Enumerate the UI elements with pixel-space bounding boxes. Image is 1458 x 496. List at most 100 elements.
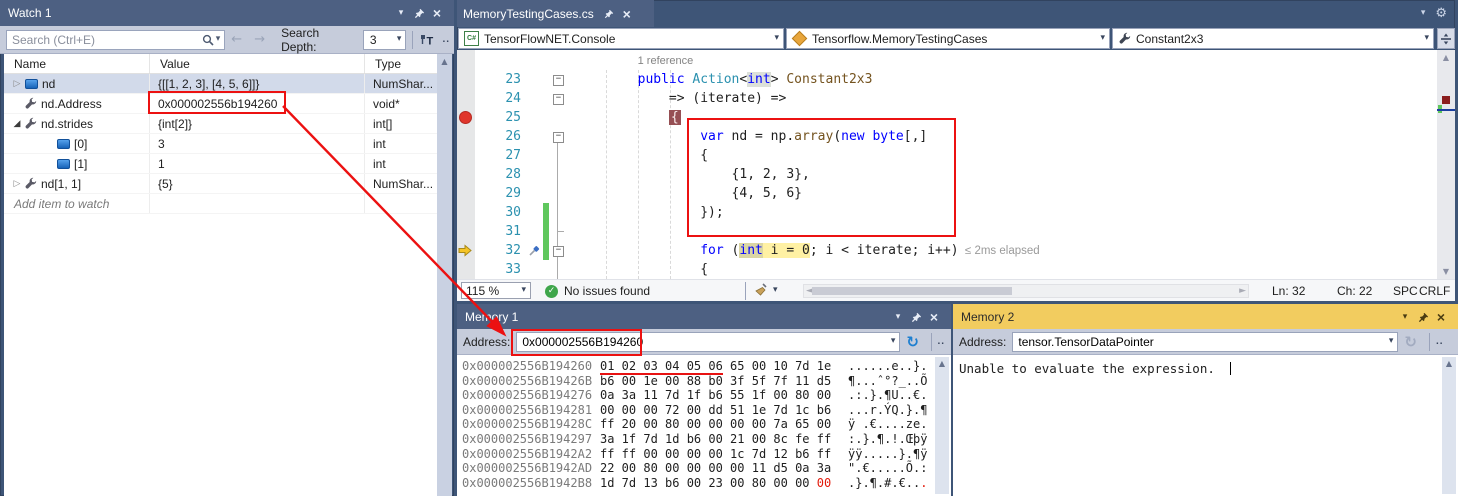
memory1-address-combo[interactable]: ▾ bbox=[516, 332, 900, 352]
editor-vscroll[interactable]: ▲ ▼ bbox=[1437, 50, 1455, 279]
search-input[interactable] bbox=[7, 33, 200, 47]
search-icon[interactable] bbox=[200, 34, 216, 46]
search-options-caret-icon[interactable]: ▾ bbox=[216, 35, 225, 44]
memory2-vscroll[interactable]: ▲ bbox=[1442, 357, 1456, 494]
scroll-caret-marker bbox=[1437, 109, 1455, 111]
nav-method-combo[interactable]: Constant2x3 ▾ bbox=[1112, 28, 1434, 49]
tab-pin-icon[interactable] bbox=[600, 5, 618, 23]
add-item-row[interactable]: Add item to watch bbox=[4, 194, 437, 214]
pin-icon[interactable] bbox=[410, 4, 428, 22]
gutter-cell[interactable] bbox=[457, 108, 475, 127]
memory-row: 0x000002556B1942760a 3a 11 7d 1f b6 55 1… bbox=[462, 388, 951, 403]
memory2-content[interactable]: Unable to evaluate the expression. bbox=[953, 355, 1458, 496]
gutter-cell[interactable] bbox=[457, 51, 475, 70]
fold-box[interactable]: − bbox=[553, 75, 564, 86]
memory2-address-input[interactable] bbox=[1013, 335, 1384, 349]
window-menu-caret-icon[interactable]: ▾ bbox=[889, 308, 907, 326]
split-editor-button[interactable] bbox=[1437, 28, 1455, 49]
toolbar-overflow[interactable]: .. bbox=[937, 340, 945, 344]
memory1-vscroll[interactable]: ▲ bbox=[935, 357, 949, 494]
close-icon[interactable]: × bbox=[428, 4, 446, 22]
gutter-cell[interactable] bbox=[457, 165, 475, 184]
toolbar-overflow[interactable]: .. bbox=[1436, 340, 1444, 344]
watch-titlebar[interactable]: Watch 1 ▾ × bbox=[0, 0, 454, 26]
watch-row[interactable]: ▷nd[1, 1]{5}NumShar... bbox=[4, 174, 437, 194]
document-tab[interactable]: MemoryTestingCases.cs × bbox=[457, 0, 654, 27]
scroll-up-icon[interactable]: ▲ bbox=[1442, 359, 1456, 368]
code-health-indicator[interactable]: ✓ No issues found bbox=[545, 280, 650, 302]
pin-icon[interactable] bbox=[907, 308, 925, 326]
watch-window: Watch 1 ▾ × ▾ ← → Search Depth: 3 ▾ bbox=[0, 0, 454, 496]
line-number: 32 bbox=[475, 241, 527, 260]
search-forward-icon[interactable]: → bbox=[248, 32, 271, 47]
fold-box[interactable]: − bbox=[553, 132, 564, 143]
memory1-content[interactable]: 0x000002556B19426001 02 03 04 05 06 65 0… bbox=[457, 355, 951, 496]
tab-close-icon[interactable]: × bbox=[618, 5, 636, 23]
code-cleanup-button[interactable]: ▾ bbox=[753, 283, 778, 297]
refresh-icon-disabled[interactable]: ↻ bbox=[1404, 333, 1417, 351]
filter-type-icon[interactable]: T bbox=[419, 33, 436, 47]
col-header-type: Type bbox=[365, 54, 437, 73]
gutter-cell[interactable] bbox=[457, 70, 475, 89]
watch-row[interactable]: ▷nd{[[1, 2, 3], [4, 5, 6]]}NumShar... bbox=[4, 74, 437, 94]
toolbar-overflow[interactable]: .. bbox=[442, 38, 450, 42]
gutter-cell[interactable] bbox=[457, 203, 475, 222]
nav-project-combo[interactable]: C# TensorFlowNET.Console ▾ bbox=[458, 28, 784, 49]
tool-spacer bbox=[527, 146, 543, 165]
watch-row[interactable]: nd.Address0x000002556b194260void* bbox=[4, 94, 437, 114]
close-icon[interactable]: × bbox=[925, 308, 943, 326]
zoom-select[interactable]: 115 % ▾ bbox=[461, 282, 531, 299]
pin-icon[interactable] bbox=[1414, 308, 1432, 326]
fold-box[interactable]: − bbox=[553, 246, 564, 257]
gutter-cell[interactable] bbox=[457, 146, 475, 165]
editor-gear-icon[interactable]: ⚙ bbox=[1435, 6, 1447, 21]
expander-icon[interactable]: ◢ bbox=[10, 119, 24, 129]
scroll-right-icon[interactable]: ► bbox=[1239, 286, 1246, 296]
gutter-cell[interactable] bbox=[457, 222, 475, 241]
code-line: 23− public Action<int> Constant2x3 bbox=[457, 70, 1437, 89]
gutter-cell[interactable] bbox=[457, 127, 475, 146]
search-back-icon[interactable]: ← bbox=[225, 32, 248, 47]
fold-margin bbox=[549, 260, 567, 279]
scroll-up-icon[interactable]: ▲ bbox=[935, 359, 949, 368]
breakpoint-icon[interactable] bbox=[459, 111, 472, 124]
code-line: 32− for (int i = 0; i < iterate; i++) ≤ … bbox=[457, 241, 1437, 260]
tab-options-caret-icon[interactable]: ▾ bbox=[1421, 9, 1426, 18]
memory-address: 0x000002556B1942B8 bbox=[462, 476, 600, 491]
editor-statusbar: 115 % ▾ ✓ No issues found ▾ ◄ ► Ln: 32 C… bbox=[457, 279, 1455, 301]
edit-tool-icon bbox=[527, 241, 543, 260]
expander-icon[interactable]: ▷ bbox=[10, 179, 24, 189]
refresh-icon[interactable]: ↻ bbox=[906, 333, 919, 351]
gutter-cell[interactable] bbox=[457, 184, 475, 203]
nav-class-combo[interactable]: Tensorflow.MemoryTestingCases ▾ bbox=[786, 28, 1110, 49]
memory1-address-input[interactable] bbox=[517, 335, 886, 349]
memory1-titlebar[interactable]: Memory 1 ▾ × bbox=[457, 304, 951, 330]
scroll-down-icon[interactable]: ▼ bbox=[1437, 267, 1455, 276]
watch-type: NumShar... bbox=[365, 174, 437, 193]
watch-row[interactable]: [0]3int bbox=[4, 134, 437, 154]
window-menu-caret-icon[interactable]: ▾ bbox=[1396, 308, 1414, 326]
watch-row[interactable]: [1]1int bbox=[4, 154, 437, 174]
hscroll-thumb[interactable] bbox=[812, 287, 1012, 295]
expander-icon[interactable]: ▷ bbox=[10, 79, 24, 89]
close-icon[interactable]: × bbox=[1432, 308, 1450, 326]
status-spc[interactable]: SPC bbox=[1393, 284, 1418, 298]
watch-vscroll[interactable]: ▲ bbox=[437, 54, 452, 496]
memory-row: 0x000002556B19428100 00 00 72 00 dd 51 1… bbox=[462, 403, 951, 418]
window-menu-caret-icon[interactable]: ▾ bbox=[392, 4, 410, 22]
scroll-up-icon[interactable]: ▲ bbox=[1437, 53, 1455, 62]
editor-hscroll[interactable]: ◄ ► bbox=[803, 284, 1249, 298]
fold-box[interactable]: − bbox=[553, 94, 564, 105]
status-eol[interactable]: CRLF bbox=[1419, 284, 1450, 298]
memory2-titlebar[interactable]: Memory 2 ▾ × bbox=[953, 304, 1458, 330]
memory-hex: 00 00 00 72 00 dd 51 1e 7d 1c b6 bbox=[600, 403, 848, 418]
code-editor[interactable]: 1 reference23− public Action<int> Consta… bbox=[457, 50, 1437, 279]
memory2-address-combo[interactable]: ▾ bbox=[1012, 332, 1398, 352]
watch-row[interactable]: ◢nd.strides{int[2]}int[] bbox=[4, 114, 437, 134]
gutter-cell[interactable] bbox=[457, 89, 475, 108]
gutter-cell[interactable] bbox=[457, 260, 475, 279]
scroll-up-icon[interactable]: ▲ bbox=[437, 57, 452, 66]
watch-search-box[interactable]: ▾ bbox=[6, 30, 225, 50]
execution-arrow-icon[interactable] bbox=[457, 241, 475, 260]
search-depth-select[interactable]: 3 ▾ bbox=[363, 30, 407, 50]
